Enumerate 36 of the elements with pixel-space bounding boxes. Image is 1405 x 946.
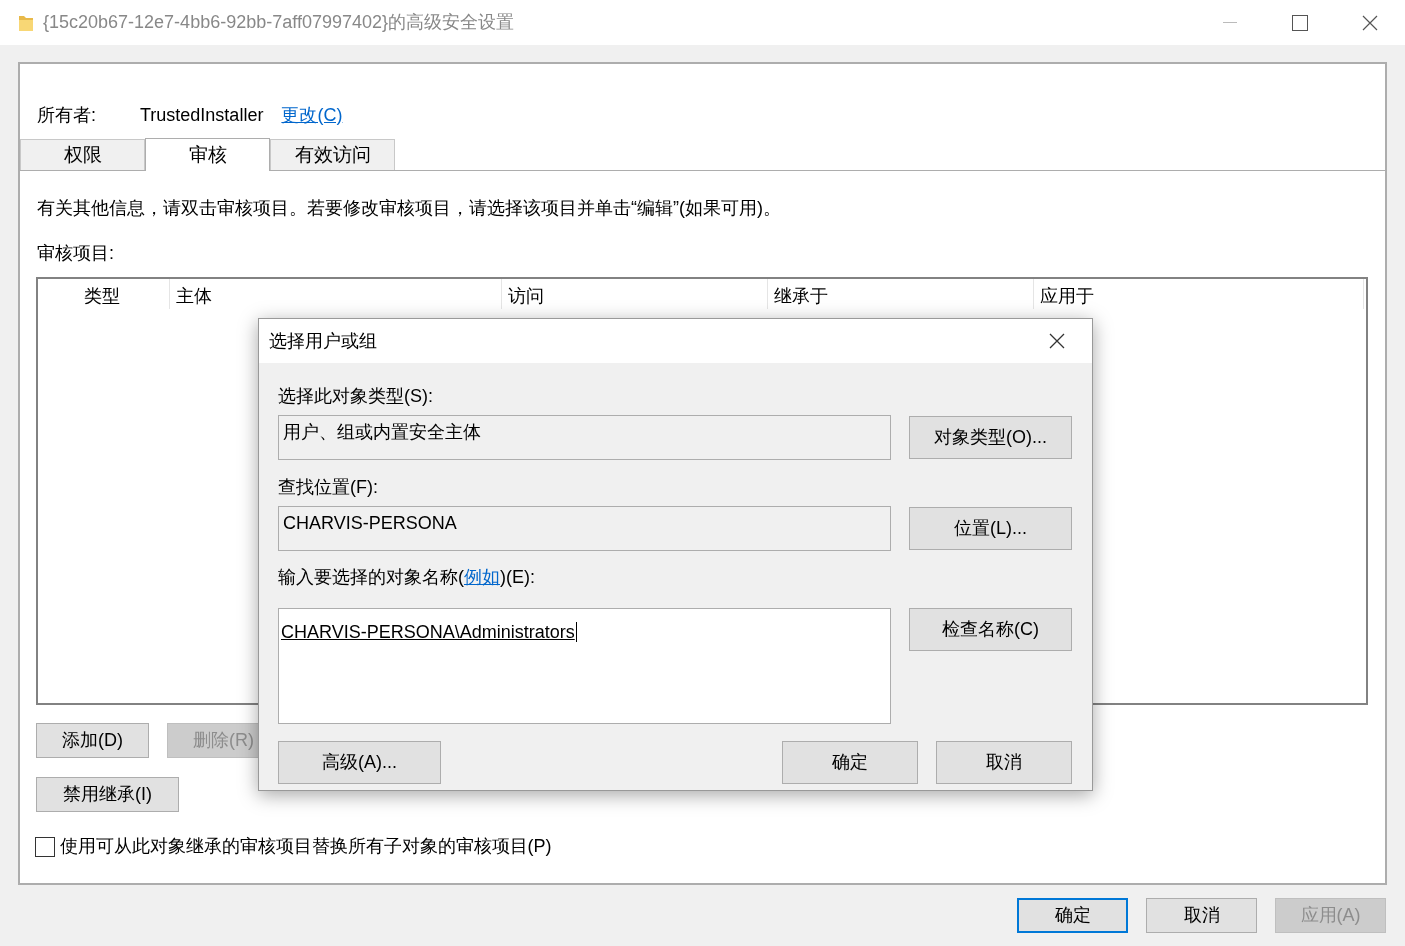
field-label: 选择此对象类型(S): bbox=[278, 385, 434, 408]
ok-button[interactable]: 确定 bbox=[1017, 898, 1128, 933]
object-types-button[interactable]: 对象类型(O)... bbox=[909, 416, 1072, 459]
column-header[interactable]: 继承于 bbox=[768, 279, 1034, 309]
cancel-button[interactable]: 取消 bbox=[1146, 898, 1257, 933]
field-label: )(E): bbox=[500, 566, 535, 589]
disable-inheritance-button[interactable]: 禁用继承(I) bbox=[36, 777, 179, 812]
object-name-text: CHARVIS-PERSONA\Administrators bbox=[281, 622, 577, 642]
window-title: {15c20b67-12e7-4bb6-92bb-7aff07997402}的高级安全设置 bbox=[43, 11, 515, 34]
advanced-button[interactable]: 高级(A)... bbox=[278, 741, 441, 784]
object-type-field[interactable]: 用户、组或内置安全主体 bbox=[278, 415, 891, 460]
change-owner-link[interactable]: 更改(C) bbox=[281, 101, 343, 129]
field-label: 输入要选择的对象名称( bbox=[278, 566, 464, 589]
location-field[interactable]: CHARVIS-PERSONA bbox=[278, 506, 891, 551]
tab[interactable]: 有效访问 bbox=[270, 139, 395, 170]
column-header[interactable]: 主体 bbox=[170, 279, 502, 309]
owner-name: TrustedInstaller bbox=[140, 103, 264, 127]
column-header[interactable]: 访问 bbox=[502, 279, 768, 309]
check-names-button[interactable]: 检查名称(C) bbox=[909, 608, 1072, 651]
description-text: 有关其他信息，请双击审核项目。若要修改审核项目，请选择该项目并单击“编辑”(如果可用)。 bbox=[37, 197, 782, 220]
tab[interactable]: 权限 bbox=[20, 139, 145, 170]
locations-button[interactable]: 位置(L)... bbox=[909, 507, 1072, 550]
column-header[interactable]: 应用于 bbox=[1034, 279, 1364, 309]
checkbox[interactable] bbox=[35, 836, 55, 857]
tab[interactable]: 审核 bbox=[145, 138, 270, 171]
list-label: 审核项目: bbox=[37, 242, 115, 265]
column-header[interactable]: 类型 bbox=[78, 279, 170, 309]
dialog-title: 选择用户或组 bbox=[269, 329, 377, 353]
examples-link[interactable]: 例如 bbox=[464, 564, 500, 591]
object-name-field[interactable]: CHARVIS-PERSONA\Administrators bbox=[278, 608, 891, 724]
cancel-button[interactable]: 取消 bbox=[936, 741, 1072, 784]
field-label: 查找位置(F): bbox=[278, 476, 379, 499]
owner-label: 所有者: bbox=[37, 103, 97, 127]
add-button[interactable]: 添加(D) bbox=[36, 723, 149, 758]
checkbox-label: 使用可从此对象继承的审核项目替换所有子对象的审核项目(P) bbox=[59, 835, 552, 858]
ok-button[interactable]: 确定 bbox=[782, 741, 918, 784]
